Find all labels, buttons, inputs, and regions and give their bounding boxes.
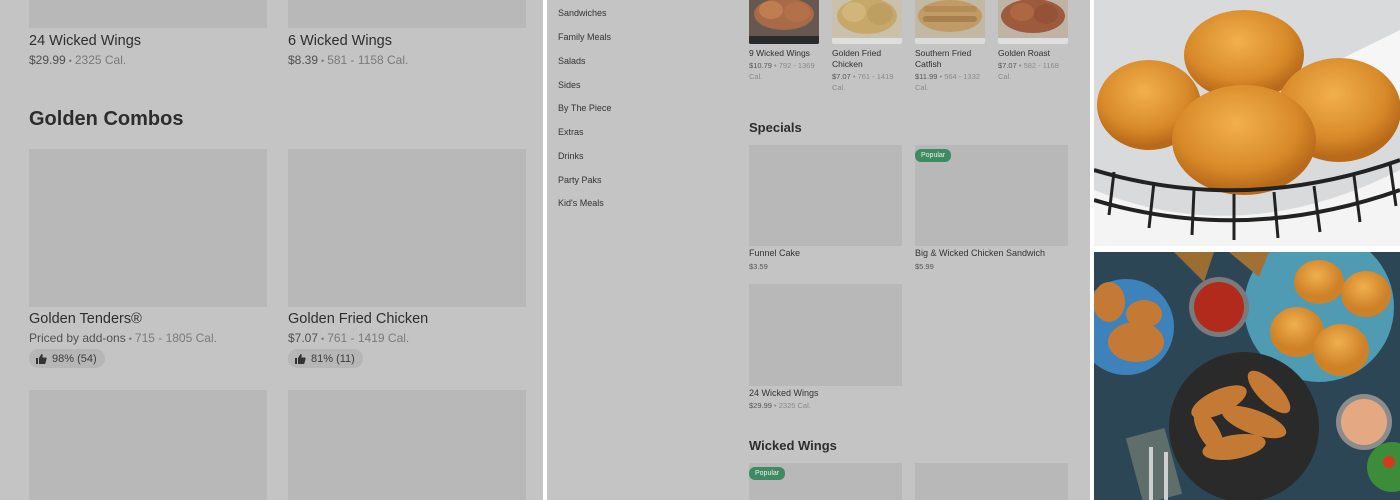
wings-thumbnail[interactable]: [749, 0, 819, 44]
name-line: Chicken: [832, 59, 863, 69]
calories: 761 - 1419: [857, 72, 894, 81]
category-link-drinks[interactable]: Drinks: [558, 151, 584, 161]
calories: 792 - 1369: [778, 61, 815, 70]
carousel-item-price: $11.99 • 564 - 1332 Cal.: [915, 72, 981, 92]
price: $29.99: [749, 401, 772, 410]
item-price-line: $29.99 • 2325 Cal.: [29, 53, 126, 67]
calories-unit: Cal.: [998, 71, 1012, 81]
name-line: Southern Fried: [915, 48, 972, 58]
fried-chicken-thumbnail[interactable]: [832, 0, 902, 44]
item-name[interactable]: 6 Wicked Wings: [288, 33, 392, 49]
item-price: $5.99: [915, 262, 934, 271]
price: $7.07: [832, 72, 851, 81]
category-link-by-the-piece[interactable]: By The Piece: [558, 103, 611, 113]
item-image[interactable]: [288, 390, 526, 500]
item-name[interactable]: Golden Tenders®: [29, 311, 142, 327]
section-title-specials: Specials: [749, 120, 802, 135]
roast-chicken-thumbnail[interactable]: [998, 0, 1068, 44]
menu-scroll-panel: 24 Wicked Wings $29.99 • 2325 Cal. 6 Wicke…: [0, 0, 543, 500]
item-price: $3.59: [749, 262, 768, 271]
category-link-sides[interactable]: Sides: [558, 80, 581, 90]
item-calories: 581 - 1158 Cal.: [327, 53, 409, 67]
item-price: $8.39: [288, 53, 319, 67]
separator-dot: •: [321, 334, 325, 344]
calories: 2325 Cal.: [778, 401, 811, 410]
carousel-item-name[interactable]: Golden Fried Chicken: [832, 48, 881, 70]
item-price: $7.07: [288, 331, 319, 345]
carousel-item-name[interactable]: Golden Roast: [998, 48, 1050, 59]
name-line: Catfish: [915, 59, 942, 69]
calories-unit: Cal.: [749, 71, 763, 81]
category-link-kids-meals[interactable]: Kid's Meals: [558, 198, 604, 208]
item-price-line: $8.39 • 581 - 1158 Cal.: [288, 53, 408, 67]
item-name[interactable]: Funnel Cake: [749, 248, 800, 258]
category-link-party-paks[interactable]: Party Paks: [558, 175, 602, 185]
item-image[interactable]: [749, 145, 902, 246]
calories-unit: Cal.: [832, 82, 846, 92]
item-image[interactable]: [288, 149, 526, 307]
item-price: Priced by add-ons: [29, 331, 126, 345]
carousel-item-name[interactable]: Southern Fried Catfish: [915, 48, 971, 70]
carousel-item-price: $10.79 • 792 - 1369 Cal.: [749, 61, 815, 81]
carousel-item-price: $7.07 • 761 - 1419 Cal.: [832, 72, 894, 92]
item-price-line: $7.07 • 761 - 1419 Cal.: [288, 331, 409, 345]
item-price-line: $29.99 • 2325 Cal.: [749, 401, 811, 410]
thumbs-up-icon: [295, 353, 306, 364]
popular-badge: Popular: [749, 467, 786, 480]
menu-category-panel: Sandwiches Family Meals Salads Sides By …: [547, 0, 1090, 500]
rating-text: 98% (54): [52, 352, 97, 365]
chicken-platter-photo: [1094, 252, 1400, 500]
item-calories: 761 - 1419 Cal.: [327, 331, 410, 345]
separator-dot: •: [128, 334, 132, 344]
item-calories: 2325 Cal.: [74, 53, 127, 67]
section-title: Golden Combos: [29, 108, 184, 130]
category-link-family-meals[interactable]: Family Meals: [558, 32, 611, 42]
calories-unit: Cal.: [915, 82, 929, 92]
rating-text: 81% (11): [311, 352, 355, 365]
calories: 582 - 1168: [1023, 61, 1059, 70]
price: $7.07: [998, 61, 1017, 70]
carousel-item-price: $7.07 • 582 - 1168 Cal.: [998, 61, 1059, 81]
calories: 564 - 1332: [944, 72, 981, 81]
category-link-extras[interactable]: Extras: [558, 127, 584, 137]
item-image[interactable]: [29, 390, 267, 500]
item-price-line: Priced by add-ons • 715 - 1805 Cal.: [29, 331, 217, 345]
price: $10.79: [749, 61, 772, 70]
rating-chip: 81% (11): [288, 349, 363, 368]
item-name[interactable]: 24 Wicked Wings: [749, 388, 819, 398]
category-link-sandwiches[interactable]: Sandwiches: [558, 8, 607, 18]
carousel-item-name[interactable]: 9 Wicked Wings: [749, 48, 810, 59]
item-name[interactable]: Golden Fried Chicken: [288, 311, 428, 327]
item-image[interactable]: [288, 0, 526, 28]
item-calories: 715 - 1805 Cal.: [134, 331, 217, 345]
rating-chip: 98% (54): [29, 349, 105, 368]
price: $11.99: [915, 72, 938, 81]
thumbs-up-icon: [36, 353, 47, 364]
item-image[interactable]: [29, 149, 267, 307]
item-image[interactable]: [915, 463, 1068, 500]
name-line: Golden Fried: [832, 48, 882, 58]
section-title-wicked-wings: Wicked Wings: [749, 438, 837, 453]
separator-dot: •: [321, 56, 325, 66]
item-name[interactable]: 24 Wicked Wings: [29, 33, 141, 49]
category-link-salads[interactable]: Salads: [558, 56, 586, 66]
item-image[interactable]: [749, 284, 902, 386]
item-price: $29.99: [29, 53, 66, 67]
popular-badge: Popular: [915, 149, 952, 162]
bread-rolls-basket-photo: [1094, 0, 1400, 246]
name-line: 9 Wicked Wings: [749, 48, 810, 58]
item-image[interactable]: [29, 0, 267, 28]
name-line: Golden Roast: [998, 48, 1050, 58]
catfish-thumbnail[interactable]: [915, 0, 985, 44]
separator-dot: •: [68, 56, 72, 66]
item-name[interactable]: Big & Wicked Chicken Sandwich: [915, 248, 1045, 258]
